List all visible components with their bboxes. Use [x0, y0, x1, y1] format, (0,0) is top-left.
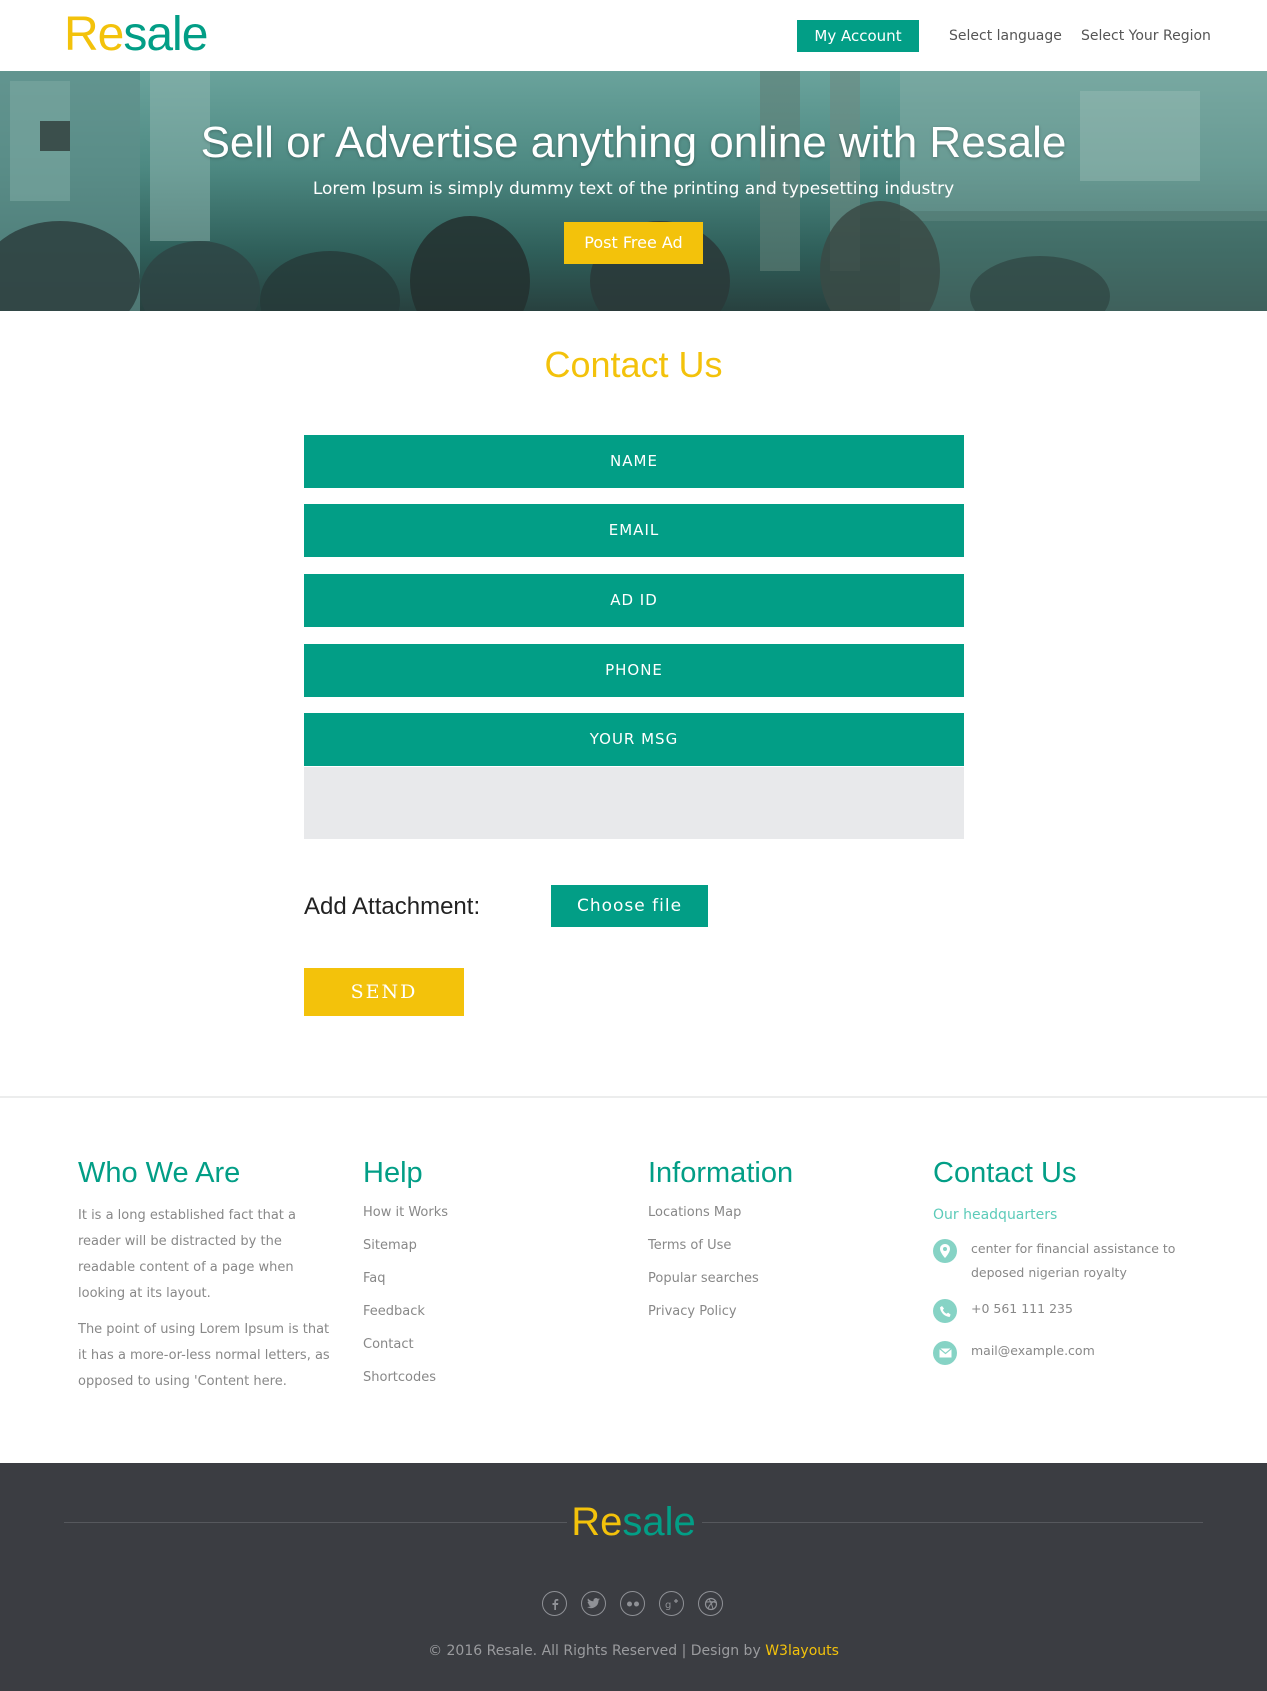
headquarters-heading: Our headquarters	[933, 1207, 1058, 1223]
designer-link[interactable]: W3layouts	[765, 1643, 839, 1659]
banner-title: Sell or Advertise anything online with R…	[200, 118, 1067, 167]
logo-part-sale: sale	[123, 8, 208, 61]
send-button[interactable]: SEND	[304, 968, 464, 1016]
contact-title: Contact Us	[544, 344, 723, 385]
email-field[interactable]: EMAIL	[304, 504, 964, 557]
name-field[interactable]: NAME	[304, 435, 964, 488]
logo-part-re: Re	[64, 8, 124, 61]
ad-id-field[interactable]: AD ID	[304, 574, 964, 627]
help-link-faq[interactable]: Faq	[363, 1269, 623, 1302]
message-textarea[interactable]	[304, 767, 964, 839]
footer-help: Help How it Works Sitemap Faq Feedback C…	[363, 1155, 623, 1401]
info-link-privacy-policy[interactable]: Privacy Policy	[648, 1302, 908, 1335]
footer-logo-re: Re	[571, 1500, 623, 1544]
copyright: © 2016 Resale. All Rights Reserved | Des…	[0, 1641, 1267, 1661]
who-we-are-para-2: The point of using Lorem Ipsum is that i…	[78, 1322, 330, 1389]
my-account-button[interactable]: My Account	[797, 20, 919, 52]
twitter-icon[interactable]	[581, 1591, 606, 1616]
who-we-are-para-1: It is a long established fact that a rea…	[78, 1208, 296, 1301]
bottom-footer: Resale g © 2016 Resale. All Rights Reser…	[0, 1463, 1267, 1691]
section-divider	[0, 1096, 1267, 1098]
mail-icon	[933, 1341, 957, 1365]
contact-phone-text[interactable]: +0 561 111 235	[971, 1301, 1073, 1316]
contact-email-text[interactable]: mail@example.com	[971, 1343, 1095, 1358]
select-language-link[interactable]: Select language	[949, 26, 1062, 46]
contact-address-text: center for financial assistance to depos…	[971, 1241, 1176, 1280]
help-links: How it Works Sitemap Faq Feedback Contac…	[363, 1203, 623, 1401]
choose-file-button[interactable]: Choose file	[551, 885, 708, 927]
footer-contact-title: Contact Us	[933, 1157, 1077, 1189]
banner-subtitle: Lorem Ipsum is simply dummy text of the …	[312, 179, 955, 199]
copyright-text: © 2016 Resale. All Rights Reserved | Des…	[428, 1643, 761, 1659]
hero-banner: Sell or Advertise anything online with R…	[0, 71, 1267, 311]
post-free-ad-button[interactable]: Post Free Ad	[564, 222, 703, 264]
site-header: Resale My Account Select language Select…	[0, 0, 1267, 71]
help-link-contact[interactable]: Contact	[363, 1335, 623, 1368]
footer-logo[interactable]: Resale	[0, 1499, 1267, 1545]
information-title: Information	[648, 1157, 794, 1189]
who-we-are-title: Who We Are	[78, 1157, 241, 1189]
information-links: Locations Map Terms of Use Popular searc…	[648, 1203, 908, 1335]
contact-email: mail@example.com	[933, 1339, 1193, 1365]
info-link-locations-map[interactable]: Locations Map	[648, 1203, 908, 1236]
footer-information: Information Locations Map Terms of Use P…	[648, 1155, 908, 1335]
site-logo[interactable]: Resale	[64, 8, 208, 62]
google-plus-icon[interactable]: g	[659, 1591, 684, 1616]
svg-text:g: g	[665, 1600, 671, 1610]
help-title: Help	[363, 1157, 423, 1189]
info-link-popular-searches[interactable]: Popular searches	[648, 1269, 908, 1302]
info-link-terms-of-use[interactable]: Terms of Use	[648, 1236, 908, 1269]
dribbble-icon[interactable]	[698, 1591, 723, 1616]
help-link-sitemap[interactable]: Sitemap	[363, 1236, 623, 1269]
attachment-label: Add Attachment:	[304, 893, 481, 920]
message-label: YOUR MSG	[304, 713, 964, 766]
footer-who-we-are: Who We Are It is a long established fact…	[78, 1155, 338, 1395]
facebook-icon[interactable]	[542, 1591, 567, 1616]
social-links: g	[542, 1591, 723, 1616]
flickr-icon[interactable]	[620, 1591, 645, 1616]
footer-contact: Contact Us Our headquarters center for f…	[933, 1155, 1193, 1365]
contact-address: center for financial assistance to depos…	[933, 1237, 1193, 1285]
contact-phone: +0 561 111 235	[933, 1297, 1193, 1323]
footer-logo-sale: sale	[622, 1500, 696, 1544]
help-link-feedback[interactable]: Feedback	[363, 1302, 623, 1335]
select-region-link[interactable]: Select Your Region	[1081, 26, 1211, 46]
location-pin-icon	[933, 1239, 957, 1263]
help-link-shortcodes[interactable]: Shortcodes	[363, 1368, 623, 1401]
phone-field[interactable]: PHONE	[304, 644, 964, 697]
phone-icon	[933, 1299, 957, 1323]
help-link-how-it-works[interactable]: How it Works	[363, 1203, 623, 1236]
